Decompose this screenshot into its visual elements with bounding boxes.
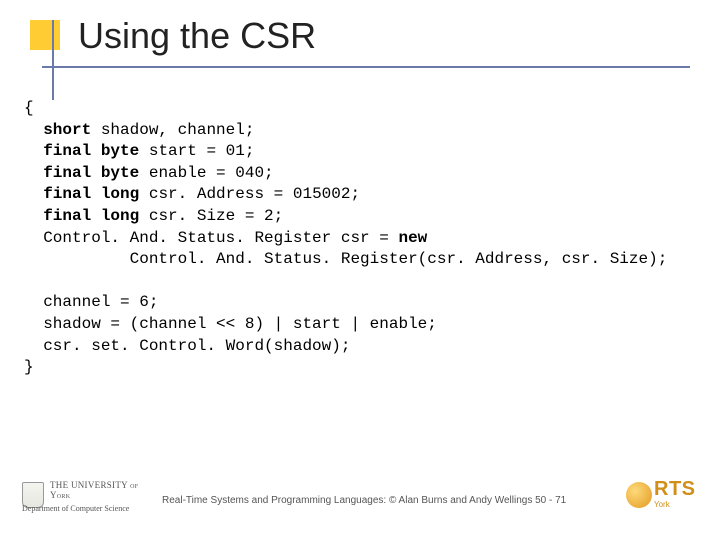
kw-byte: byte — [101, 164, 139, 182]
code-l6c: Control. And. Status. Register(csr. Addr… — [24, 250, 667, 268]
code-l1: shadow, channel; — [91, 121, 254, 139]
brace-close: } — [24, 358, 34, 376]
title-bar: Using the CSR — [0, 20, 720, 76]
uoy-dept: Department of Computer Science — [22, 504, 129, 513]
uoy-name: THE UNIVERSITY of York — [50, 480, 152, 500]
code-l5: csr. Size = 2; — [139, 207, 283, 225]
title-decor-square — [30, 20, 60, 50]
code-l6a: Control. And. Status. Register csr = — [24, 229, 398, 247]
code-l2: start = 01; — [139, 142, 254, 160]
kw-final: final — [43, 207, 91, 225]
footer-text: Real-Time Systems and Programming Langua… — [162, 495, 566, 506]
kw-final: final — [43, 142, 91, 160]
code-l4: csr. Address = 015002; — [139, 185, 360, 203]
footer: THE UNIVERSITY of York Department of Com… — [0, 480, 720, 522]
code-l10: csr. set. Control. Word(shadow); — [24, 337, 350, 355]
university-of-york-logo: THE UNIVERSITY of York Department of Com… — [22, 480, 152, 514]
code-l9: shadow = (channel << 8) | start | enable… — [24, 315, 437, 333]
kw-new: new — [398, 229, 427, 247]
kw-long: long — [101, 185, 139, 203]
kw-byte: byte — [101, 142, 139, 160]
kw-long: long — [101, 207, 139, 225]
kw-final: final — [43, 164, 91, 182]
rts-label: RTS — [654, 478, 696, 501]
brace-open: { — [24, 99, 34, 117]
title-underline — [42, 66, 690, 68]
code-l3: enable = 040; — [139, 164, 273, 182]
kw-final: final — [43, 185, 91, 203]
globe-icon — [626, 482, 652, 508]
kw-short: short — [43, 121, 91, 139]
title-decor-vertical — [52, 20, 54, 100]
code-l8: channel = 6; — [24, 293, 158, 311]
rts-logo: RTS York — [626, 480, 700, 512]
code-block: { short shadow, channel; final byte star… — [24, 98, 702, 379]
rts-sublabel: York — [654, 500, 670, 509]
slide-title: Using the CSR — [78, 15, 316, 57]
